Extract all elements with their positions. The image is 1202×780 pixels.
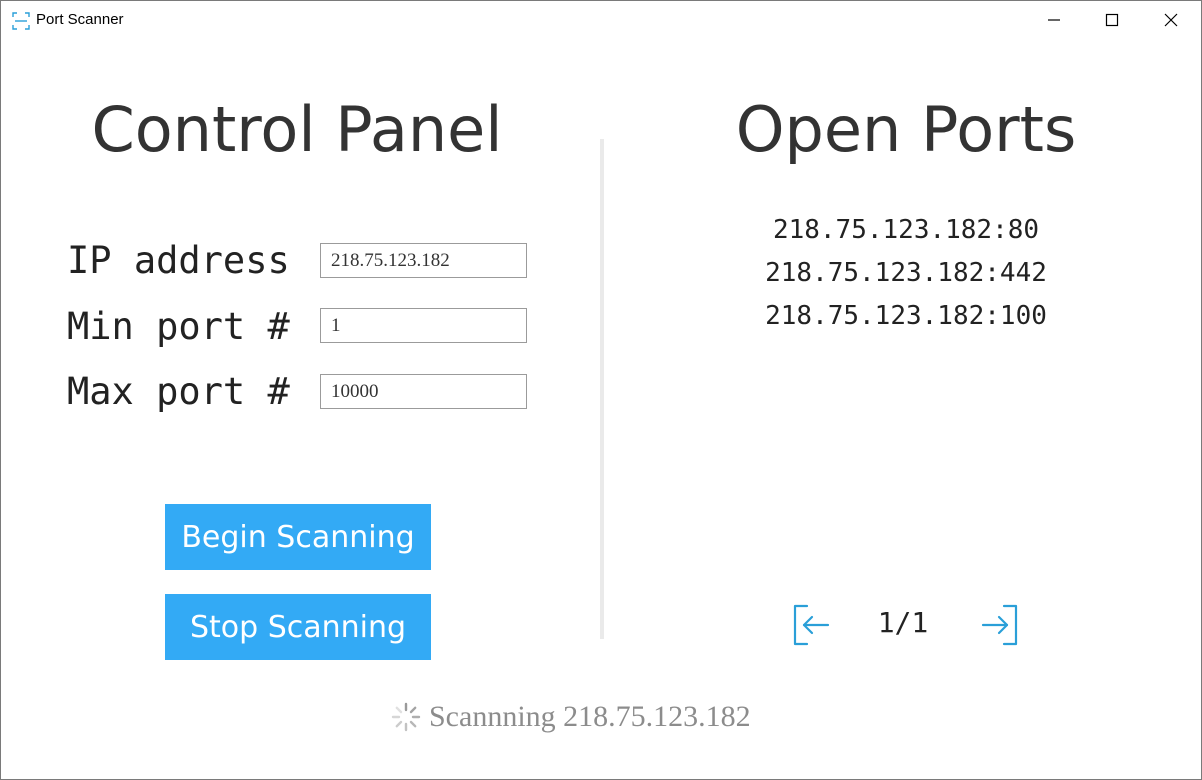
previous-page-button[interactable] (792, 604, 832, 646)
close-button[interactable] (1142, 1, 1200, 39)
open-ports-heading: Open Ports (735, 93, 1077, 166)
title-bar[interactable]: Port Scanner (1, 1, 1201, 39)
minimize-icon (1048, 19, 1060, 21)
close-icon (1164, 13, 1178, 27)
open-ports-list: 218.75.123.182:80 218.75.123.182:442 218… (706, 209, 1106, 338)
port-list-item: 218.75.123.182:100 (765, 301, 1047, 331)
maximize-icon (1105, 13, 1119, 27)
control-panel-heading: Control Panel (91, 93, 503, 166)
ip-address-input[interactable] (320, 243, 527, 278)
max-port-input[interactable] (320, 374, 527, 409)
stop-scanning-button[interactable]: Stop Scanning (165, 594, 431, 660)
minimize-button[interactable] (1025, 1, 1083, 39)
arrow-left-icon (793, 604, 830, 646)
begin-scanning-button[interactable]: Begin Scanning (165, 504, 431, 570)
loading-spinner-icon (391, 702, 421, 732)
min-port-label: Min port # (67, 305, 290, 348)
max-port-label: Max port # (67, 370, 290, 413)
min-port-input[interactable] (320, 308, 527, 343)
port-list-item: 218.75.123.182:442 (765, 258, 1047, 288)
port-list-item: 218.75.123.182:80 (772, 215, 1040, 245)
next-page-button[interactable] (979, 604, 1019, 646)
ip-address-label: IP address (67, 239, 290, 282)
window-title: Port Scanner (36, 11, 124, 28)
scan-frame-icon (12, 12, 30, 30)
maximize-button[interactable] (1083, 1, 1141, 39)
scan-status: Scannning 218.75.123.182 (391, 698, 751, 736)
app-window: Port Scanner Control Panel IP address Mi… (0, 0, 1202, 780)
status-text: Scannning 218.75.123.182 (429, 700, 751, 733)
panel-divider (600, 139, 604, 639)
page-indicator: 1/1 (877, 606, 929, 639)
arrow-right-icon (981, 604, 1018, 646)
